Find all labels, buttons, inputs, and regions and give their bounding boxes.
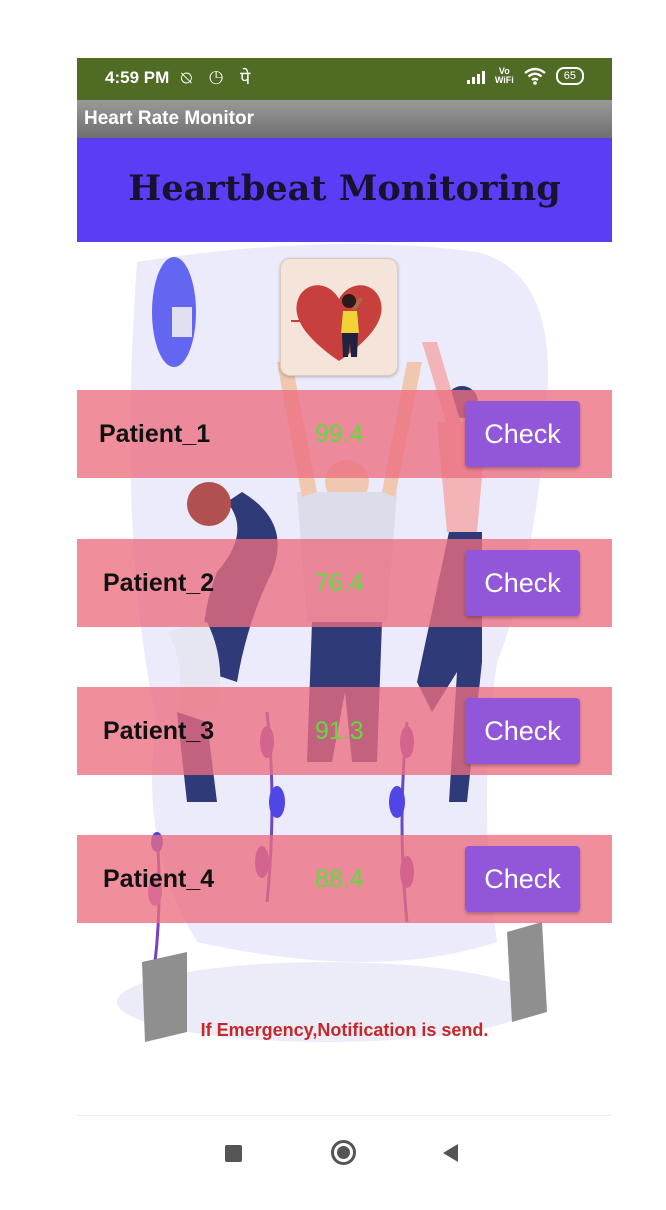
check-button-patient-4[interactable]: Check [465, 846, 580, 912]
check-button-patient-3[interactable]: Check [465, 698, 580, 764]
heart-rate-value: 91.3 [315, 717, 364, 745]
heart-woman-pulse-icon [291, 285, 382, 361]
patient-name: Patient_1 [99, 420, 211, 448]
status-right-icons: Vo WiFi 65 [466, 66, 584, 85]
wifi-icon [524, 67, 546, 85]
patient-row-2: Patient_2 76.4 Check [77, 539, 612, 627]
heart-rate-value: 88.4 [315, 865, 364, 893]
recent-apps-icon[interactable] [225, 1145, 242, 1162]
battery-icon: 65 [555, 67, 584, 85]
patient-name: Patient_2 [103, 569, 215, 597]
status-bar: 4:59 PM ⍉ ◷ पे Vo WiFi 65 [77, 58, 612, 100]
check-button-patient-2[interactable]: Check [465, 550, 580, 616]
heart-logo-image [280, 258, 398, 376]
status-time: 4:59 PM [105, 68, 170, 87]
heart-rate-value: 76.4 [315, 569, 364, 597]
patient-name: Patient_3 [103, 717, 215, 745]
patient-row-4: Patient_4 88.4 Check [77, 835, 612, 923]
emergency-notice: If Emergency,Notification is send. [200, 1020, 489, 1040]
check-button-patient-1[interactable]: Check [465, 401, 580, 467]
system-nav-bar [77, 1115, 612, 1200]
patient-name: Patient_4 [103, 865, 215, 893]
back-icon[interactable] [443, 1144, 458, 1162]
signal-icon [466, 68, 485, 84]
patient-row-1: Patient_1 99.4 Check [77, 390, 612, 478]
header-banner: Heartbeat Monitoring [77, 138, 612, 242]
action-bar: Heart Rate Monitor [77, 100, 612, 138]
phone-screen: 4:59 PM ⍉ ◷ पे Vo WiFi 65 Heart Rate Mon… [77, 58, 612, 1200]
app-title: Heart Rate Monitor [84, 108, 254, 129]
home-icon[interactable] [331, 1140, 356, 1165]
page-title: Heartbeat Monitoring [128, 168, 561, 209]
status-notification-icons: ⍉ ◷ पे [181, 68, 257, 88]
vowifi-icon: Vo WiFi [494, 66, 514, 85]
patient-row-3: Patient_3 91.3 Check [77, 687, 612, 775]
heart-rate-value: 99.4 [315, 420, 364, 448]
